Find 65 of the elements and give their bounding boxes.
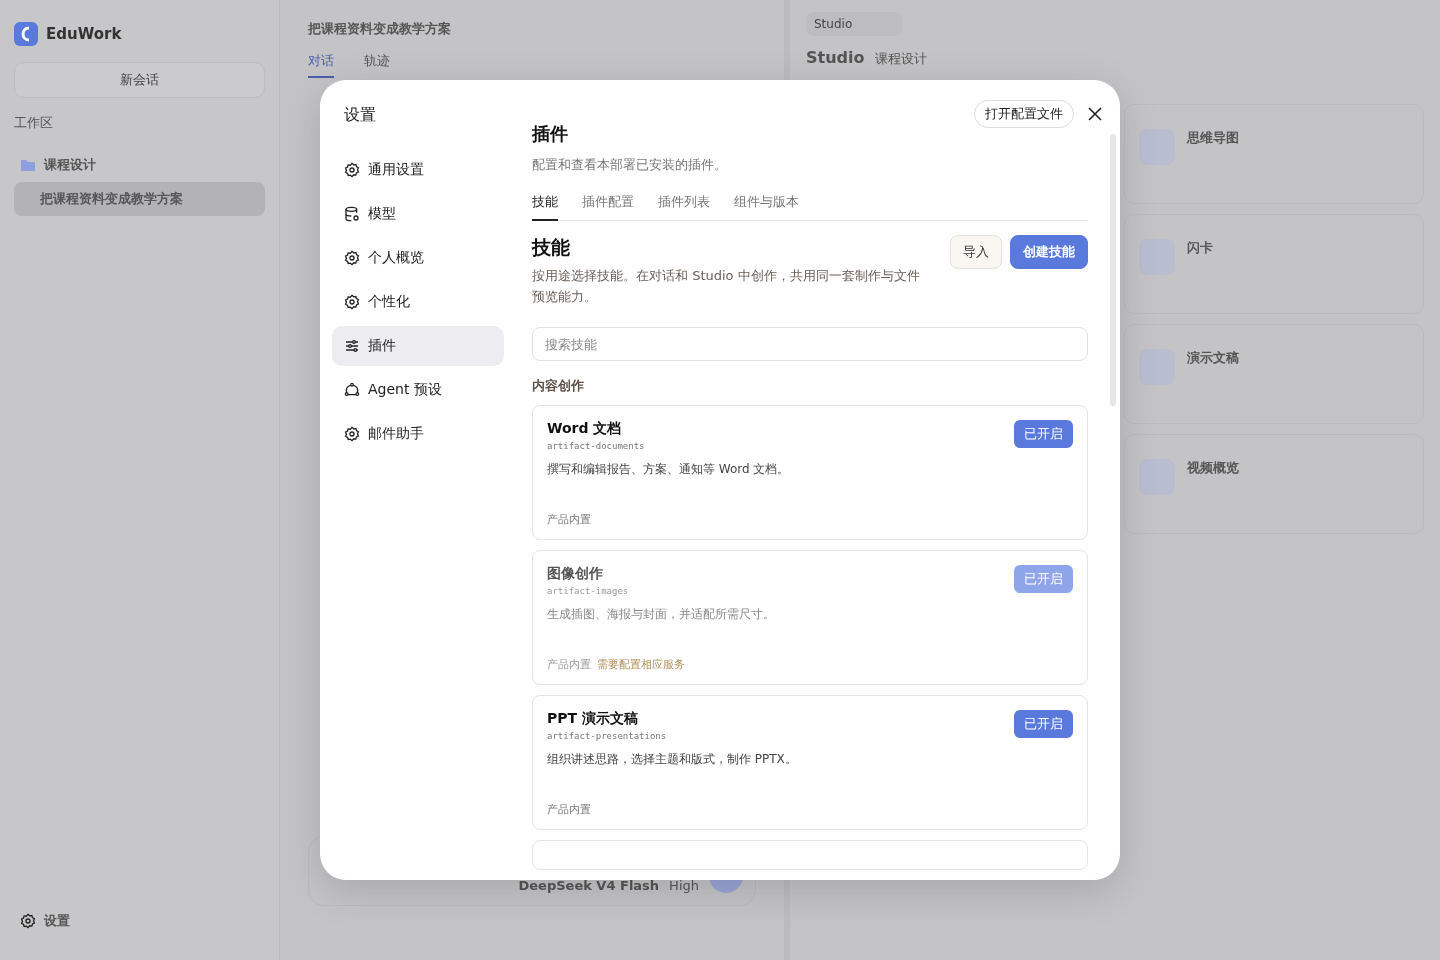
folder-item[interactable]: 课程设计: [44, 156, 96, 174]
studio-title: Studio: [806, 48, 865, 67]
nav-item[interactable]: 通用设置: [332, 150, 504, 190]
skill-id: artifact-documents: [547, 441, 645, 451]
new-chat-button[interactable]: 新会话: [14, 62, 265, 98]
studio-card[interactable]: 闪卡: [1124, 214, 1424, 314]
nav-item[interactable]: Agent 预设: [332, 370, 504, 410]
tab[interactable]: 组件与版本: [734, 193, 799, 221]
source-label: 产品内置: [547, 512, 591, 527]
studio-card[interactable]: 思维导图: [1124, 104, 1424, 204]
nav-item[interactable]: 邮件助手: [332, 414, 504, 454]
skill-id: artifact-images: [547, 586, 629, 596]
nav-item[interactable]: 个性化: [332, 282, 504, 322]
tab[interactable]: 技能: [532, 193, 558, 221]
skill-name: PPT 演示文稿: [547, 710, 639, 728]
section-title: 技能: [532, 235, 571, 260]
skill-id: artifact-presentations: [547, 731, 667, 741]
tab[interactable]: 插件配置: [582, 193, 634, 221]
chat-title: 把课程资料变成教学方案: [308, 20, 452, 38]
studio-subtitle: 课程设计: [874, 50, 927, 68]
dialog-title: 设置: [343, 104, 377, 126]
enabled-button[interactable]: 已开启: [1014, 710, 1073, 738]
effort-label[interactable]: High: [669, 878, 699, 893]
skill-description: 撰写和编辑报告、方案、通知等 Word 文档。: [547, 461, 791, 478]
settings-icon: [344, 162, 360, 178]
close-icon[interactable]: [1088, 107, 1102, 121]
section-description: 按用途选择技能。在对话和 Studio 中创作，共用同一套制作与文件预览能力。: [532, 267, 921, 306]
chat-tab[interactable]: 轨迹: [364, 52, 390, 78]
search-field[interactable]: 搜索技能: [532, 327, 1088, 361]
folder-icon: [20, 158, 36, 172]
database-icon: [344, 206, 360, 222]
sliders-icon: [344, 338, 360, 354]
open-config-button[interactable]: 打开配置文件: [974, 100, 1074, 128]
studio-tab[interactable]: Studio: [806, 12, 902, 36]
nav-item[interactable]: 插件: [332, 326, 504, 366]
enabled-button[interactable]: 已开启: [1014, 420, 1073, 448]
nav-item[interactable]: 个人概览: [332, 238, 504, 278]
tab[interactable]: 插件列表: [658, 193, 710, 221]
chat-item[interactable]: 把课程资料变成教学方案: [14, 182, 265, 216]
page-description: 配置和查看本部署已安装的插件。: [532, 156, 728, 174]
studio-card[interactable]: 视频概览: [1124, 434, 1424, 534]
settings-icon: [344, 426, 360, 442]
brand-name: EduWork: [46, 25, 122, 43]
section-label: 工作区: [14, 114, 54, 132]
skill-name: Word 文档: [547, 420, 623, 438]
settings-icon: [344, 294, 360, 310]
skill-name: 图像创作: [547, 565, 604, 583]
skill-description: 生成插图、海报与封面，并适配所需尺寸。: [547, 606, 776, 623]
source-label: 产品内置: [547, 657, 591, 672]
nav-item[interactable]: 模型: [332, 194, 504, 234]
logo-icon: [14, 22, 38, 46]
agent-icon: [344, 382, 360, 398]
create-skill-button[interactable]: 创建技能: [1010, 235, 1088, 269]
studio-card[interactable]: 演示文稿: [1124, 324, 1424, 424]
model-name[interactable]: DeepSeek V4 Flash: [518, 878, 660, 893]
skill-description: 组织讲述思路，选择主题和版式，制作 PPTX。: [547, 751, 798, 768]
settings-icon: [344, 250, 360, 266]
settings-link[interactable]: 设置: [44, 912, 70, 930]
settings-icon: [20, 913, 36, 929]
source-label: 产品内置: [547, 802, 591, 817]
config-note: 需要配置相应服务: [597, 657, 685, 672]
page-heading: 插件: [532, 122, 569, 146]
import-button[interactable]: 导入: [950, 235, 1002, 269]
chat-tab[interactable]: 对话: [308, 52, 334, 78]
group-label: 内容创作: [532, 377, 585, 395]
